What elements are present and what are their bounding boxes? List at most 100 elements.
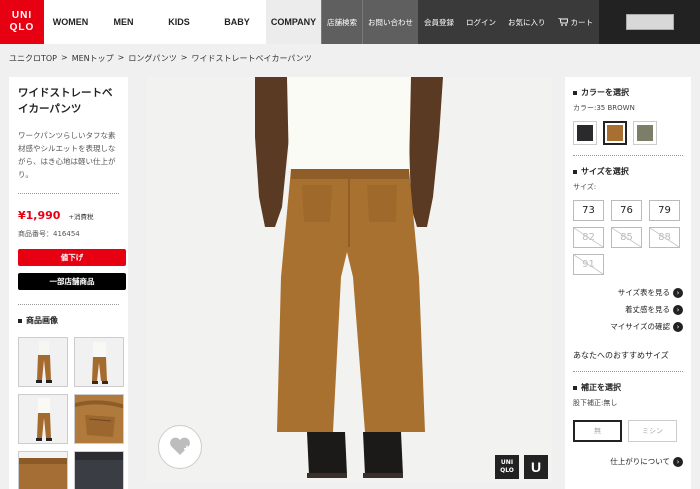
crumb-long-pants[interactable]: ロングパンツ — [128, 53, 176, 64]
my-size-link[interactable]: マイサイズの確認 › — [610, 321, 683, 332]
sale-badge[interactable]: 値下げ — [18, 249, 126, 266]
model-wearing-pants-image — [147, 77, 552, 482]
length-feel-link[interactable]: 着丈感を見る › — [625, 304, 683, 315]
divider — [18, 304, 119, 305]
size-73[interactable]: 73 — [573, 200, 604, 221]
color-swatches — [573, 121, 683, 145]
thumbnail-detail[interactable] — [74, 394, 124, 444]
nav-company[interactable]: COMPANY — [266, 0, 321, 44]
recommended-size-label: あなたへのおすすめサイズ — [573, 351, 669, 360]
crumb-men[interactable]: MENトップ — [72, 53, 114, 64]
arrow-right-icon: › — [673, 304, 683, 315]
util-links-b: 会員登録 ログイン お気に入り カート — [418, 0, 599, 44]
favorites-link[interactable]: お気に入り — [502, 0, 552, 44]
limited-store-badge[interactable]: 一部店舗商品 — [18, 273, 126, 290]
divider — [573, 371, 683, 372]
cart-icon — [557, 18, 568, 26]
swatch-olive[interactable] — [633, 121, 657, 145]
selected-color-label: カラー:35 BROWN — [573, 104, 635, 112]
model-front-image — [19, 338, 67, 386]
dark-variant-image — [75, 452, 123, 489]
color-heading-label: カラーを選択 — [581, 88, 629, 97]
uniqlo-brand-mark: UNI QLO — [495, 455, 519, 479]
hem-heading-label: 補正を選択 — [581, 383, 621, 392]
fabric-detail-image — [75, 395, 123, 443]
uniqlo-logo[interactable]: UNI QLO — [0, 0, 44, 44]
thumbnail-dark[interactable] — [74, 451, 124, 489]
bullet-icon — [573, 169, 577, 174]
model-styled-image — [75, 338, 123, 386]
crumb-current: ワイドストレートベイカーパンツ — [191, 54, 312, 63]
finish-label: 仕上がりについて — [610, 457, 670, 466]
search-input[interactable] — [625, 14, 674, 30]
product-number: 商品番号：416454 — [18, 230, 80, 238]
size-76[interactable]: 76 — [611, 200, 642, 221]
bullet-icon — [18, 318, 22, 323]
hem-none-button[interactable]: 無 — [573, 420, 622, 442]
crumb-sep: > — [117, 53, 125, 62]
size-grid: 73 76 79 82 85 88 91 — [573, 200, 683, 275]
hem-machine-button[interactable]: ミシン — [628, 420, 677, 442]
logo-line2: QLO — [9, 22, 35, 33]
thumbnail-grid — [18, 337, 124, 489]
hem-heading: 補正を選択 — [573, 382, 683, 393]
size-91-unavailable: 91 — [573, 254, 604, 275]
heart-plus-icon — [170, 437, 190, 455]
size-chart-link[interactable]: サイズ表を見る › — [618, 287, 683, 298]
login-link[interactable]: ログイン — [460, 0, 502, 44]
thumbnail-front[interactable] — [18, 337, 68, 387]
arrow-right-icon: › — [673, 287, 683, 298]
size-79[interactable]: 79 — [649, 200, 680, 221]
main-product-image[interactable]: UNI QLO U — [147, 77, 552, 482]
cart-label: カート — [570, 17, 594, 27]
images-heading: 商品画像 — [18, 315, 119, 326]
tax-note: +消費税 — [68, 213, 94, 221]
finish-link[interactable]: 仕上がりについて › — [573, 456, 683, 467]
hem-status: 股下補正:無し — [573, 399, 618, 407]
length-feel-label: 着丈感を見る — [625, 305, 670, 314]
size-chart-label: サイズ表を見る — [617, 288, 670, 297]
size-82-unavailable: 82 — [573, 227, 604, 248]
thumbnail-back[interactable] — [18, 394, 68, 444]
favorite-button[interactable] — [158, 425, 202, 469]
nav-kids[interactable]: KIDS — [150, 0, 208, 44]
swatch-black-chip — [577, 125, 593, 141]
thumbnail-waist[interactable] — [18, 451, 68, 489]
contact-link[interactable]: お問い合わせ — [362, 0, 418, 44]
divider — [573, 155, 683, 156]
images-heading-label: 商品画像 — [26, 316, 58, 325]
page: UNI QLO WOMEN MEN KIDS BABY COMPANY 店舗検索… — [0, 0, 700, 489]
waist-detail-image — [19, 452, 67, 489]
thumbnail-styled[interactable] — [74, 337, 124, 387]
swatch-brown[interactable] — [603, 121, 627, 145]
purchase-options-panel: カラーを選択 カラー:35 BROWN サイズを選択 サイズ: 73 76 79… — [565, 77, 691, 489]
price-row: ¥1,990 +消費税 — [18, 204, 119, 223]
swatch-brown-chip — [607, 125, 623, 141]
breadcrumb: ユニクロTOP > MENトップ > ロングパンツ > ワイドストレートベイカー… — [9, 53, 312, 64]
crumb-sep: > — [180, 53, 188, 62]
size-help-links: サイズ表を見る › 着丈感を見る › マイサイズの確認 › — [573, 287, 683, 332]
bullet-icon — [573, 385, 577, 390]
register-link[interactable]: 会員登録 — [418, 0, 460, 44]
cart-link[interactable]: カート — [552, 0, 600, 44]
swatch-black[interactable] — [573, 121, 597, 145]
crumb-top[interactable]: ユニクロTOP — [9, 53, 57, 64]
size-85-unavailable: 85 — [611, 227, 642, 248]
bullet-icon — [573, 90, 577, 95]
nav-men[interactable]: MEN — [97, 0, 150, 44]
hem-options: 無 ミシン — [573, 420, 683, 442]
uniqlo-u-mark: U — [524, 455, 548, 479]
nav-baby[interactable]: BABY — [208, 0, 266, 44]
nav-links: WOMEN MEN KIDS BABY COMPANY — [44, 0, 321, 44]
store-search-link[interactable]: 店舗検索 — [321, 0, 362, 44]
product-title: ワイドストレートベイカーパンツ — [18, 87, 113, 115]
size-heading: サイズを選択 — [573, 166, 683, 177]
util-links-a: 店舗検索 お問い合わせ — [321, 0, 418, 44]
brand-mark-line2: QLO — [500, 467, 514, 474]
product-price: ¥1,990 — [18, 209, 61, 222]
size-heading-label: サイズを選択 — [581, 167, 629, 176]
model-back-image — [19, 395, 67, 443]
crumb-sep: > — [61, 53, 68, 62]
nav-women[interactable]: WOMEN — [44, 0, 97, 44]
color-heading: カラーを選択 — [573, 87, 683, 98]
